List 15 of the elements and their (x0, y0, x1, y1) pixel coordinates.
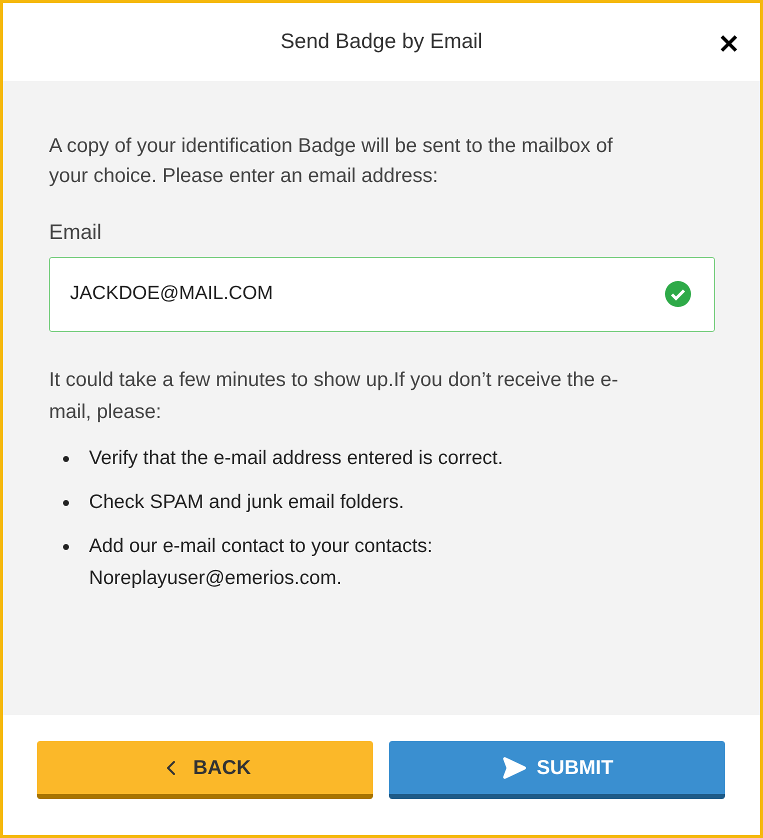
close-button[interactable]: ✕ (718, 31, 740, 57)
intro-text: A copy of your identification Badge will be sent to the mailbox of your choice. Please enter an email address: (49, 134, 614, 189)
check-icon (665, 280, 691, 306)
bullet-icon (63, 456, 69, 462)
back-button[interactable]: BACK (37, 741, 373, 799)
send-icon (500, 754, 527, 780)
dialog-title: Send Badge by Email (280, 29, 482, 56)
note-text: It could take a few minutes to show up.If you don’t receive the e-mail, please: (49, 368, 620, 424)
step-text: Add our e-mail contact to your contacts: Noreplayuser@emerios.com. (89, 534, 433, 590)
step-text: Check SPAM and junk email folders. (89, 490, 404, 514)
email-field[interactable]: JACKDOE@MAIL.COM (49, 256, 715, 332)
email-label: Email (49, 220, 103, 246)
bullet-icon (63, 500, 69, 506)
step-text: Verify that the e-mail address entered is correct. (89, 446, 504, 470)
bullet-icon (63, 544, 69, 550)
